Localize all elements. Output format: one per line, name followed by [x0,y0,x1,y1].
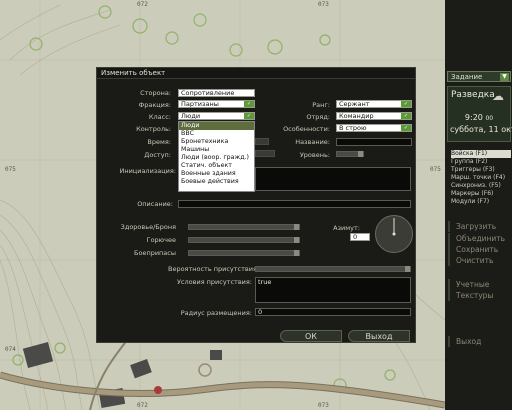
class-options-list[interactable]: Люди ВВС Бронетехника Машины Люди (воор.… [178,121,255,192]
mode-item-modules[interactable]: Модули (F7) [451,198,511,206]
class-option[interactable]: Статич. объект [179,162,254,170]
mode-list: Войска (F1) Группа (F2) Триггеры (F3) Ма… [451,150,511,206]
ammo-slider[interactable] [188,250,300,256]
slider-handle[interactable] [294,237,299,243]
time-field[interactable] [255,138,269,145]
class-option[interactable]: Машины [179,146,254,154]
faction-select[interactable]: Партизаны ✓ [178,100,255,108]
map-coord: 075 [5,166,16,173]
special-label: Особенности: [283,125,330,133]
merge-button[interactable]: Объединить [448,233,512,244]
group-value: Командир [339,112,374,120]
name-field[interactable] [336,138,412,146]
dialog-titlebar[interactable]: Изменить объект [97,68,415,79]
mode-item-units[interactable]: Войска (F1) [451,150,511,158]
mission-date[interactable]: суббота, 11 окт [450,125,512,134]
slider-handle[interactable] [294,224,299,230]
description-label: Описание: [137,200,173,208]
rank-label: Ранг: [312,101,330,109]
health-label: Здоровье/Броня [120,223,176,231]
chevron-down-icon[interactable]: ✓ [401,101,411,107]
class-value: Люди [181,112,201,120]
class-option[interactable]: Люди (воор. гражд.) [179,154,254,162]
map-coord: 072 [137,1,148,8]
recon-label: Разведка [451,90,495,100]
class-option[interactable]: Военные здания [179,170,254,178]
fuel-label: Горючее [146,236,176,244]
access-field[interactable] [255,150,275,157]
azimuth-label: Азимут: [333,224,360,232]
slider-handle[interactable] [358,151,363,157]
side-select[interactable]: Сопротивление [178,89,255,97]
class-select[interactable]: Люди ✓ [178,112,255,120]
accounts-button[interactable]: Учетные [448,279,512,290]
slider-handle[interactable] [405,266,410,272]
ammo-label: Боеприпасы [134,249,176,257]
map-coord: 075 [430,166,441,173]
map-coord: 073 [318,1,329,8]
faction-label: Фракция: [138,101,171,109]
special-value: В строю [339,124,367,132]
fuel-slider[interactable] [188,237,300,243]
textures-button[interactable]: Текстуры [448,290,512,301]
health-slider[interactable] [188,224,300,230]
chevron-down-icon[interactable]: ✓ [244,101,254,107]
mode-item-groups[interactable]: Группа (F2) [451,158,511,166]
class-option[interactable]: Боевые действия [179,178,254,186]
map-coord: 074 [5,346,16,353]
presence-prob-label: Вероятность присутствия: [168,265,260,273]
placement-radius-field[interactable]: 0 [255,308,411,316]
presence-cond-label: Условия присутствия: [176,278,252,286]
chevron-down-icon[interactable]: ✓ [244,113,254,119]
class-label: Класс: [148,113,171,121]
access-label: Доступ: [144,151,171,159]
control-label: Контроль: [136,125,171,133]
presence-cond-field[interactable]: true [255,277,411,303]
side-label: Сторона: [140,89,171,97]
ok-button[interactable]: ОК [280,330,342,342]
azimuth-dial[interactable] [375,215,413,253]
mode-item-triggers[interactable]: Триггеры (F3) [451,166,511,174]
name-label: Название: [295,138,330,146]
chevron-down-icon[interactable]: ✓ [401,113,411,119]
mode-dropdown[interactable]: Задание ▼ [447,71,511,82]
presence-prob-slider[interactable] [255,266,411,272]
description-field[interactable] [178,200,411,208]
mode-item-sync[interactable]: Синхрониз. (F5) [451,182,511,190]
mission-time: 9:20 00 [464,113,494,122]
init-label: Инициализация: [119,167,176,175]
exit-editor-button[interactable]: Выход [448,336,512,347]
save-button[interactable]: Сохранить [448,244,512,255]
time-label: Время: [147,138,171,146]
placement-radius-label: Радиус размещения: [180,309,252,317]
mission-info-box: Разведка ☁ 9:20 00 суббота, 11 окт [447,86,512,142]
chevron-down-icon[interactable]: ▼ [500,73,509,81]
cancel-button[interactable]: Выход [348,330,410,342]
level-slider[interactable] [336,151,364,157]
group-select[interactable]: Командир ✓ [336,112,412,120]
rank-select[interactable]: Сержант ✓ [336,100,412,108]
azimuth-input[interactable]: 0 [350,233,370,241]
mode-item-waypoints[interactable]: Марш. точки (F4) [451,174,511,182]
group-label: Отряд: [306,113,330,121]
class-option[interactable]: ВВС [179,130,254,138]
map-coord: 073 [318,402,329,409]
class-option[interactable]: Люди [179,122,254,130]
rank-value: Сержант [339,100,370,108]
faction-value: Партизаны [181,100,219,108]
chevron-down-icon[interactable]: ✓ [401,125,411,131]
dialog-title: Изменить объект [101,69,166,77]
load-button[interactable]: Загрузить [448,221,512,232]
special-select[interactable]: В строю ✓ [336,124,412,132]
map-coord: 072 [137,402,148,409]
level-label: Уровень: [299,151,330,159]
mode-item-markers[interactable]: Маркеры (F6) [451,190,511,198]
clear-button[interactable]: Очистить [448,255,512,266]
init-field[interactable] [255,167,411,191]
mode-dropdown-value: Задание [451,73,483,81]
weather-icon[interactable]: ☁ [492,89,504,103]
class-option[interactable]: Бронетехника [179,138,254,146]
compass-icon [392,218,396,236]
slider-handle[interactable] [294,250,299,256]
